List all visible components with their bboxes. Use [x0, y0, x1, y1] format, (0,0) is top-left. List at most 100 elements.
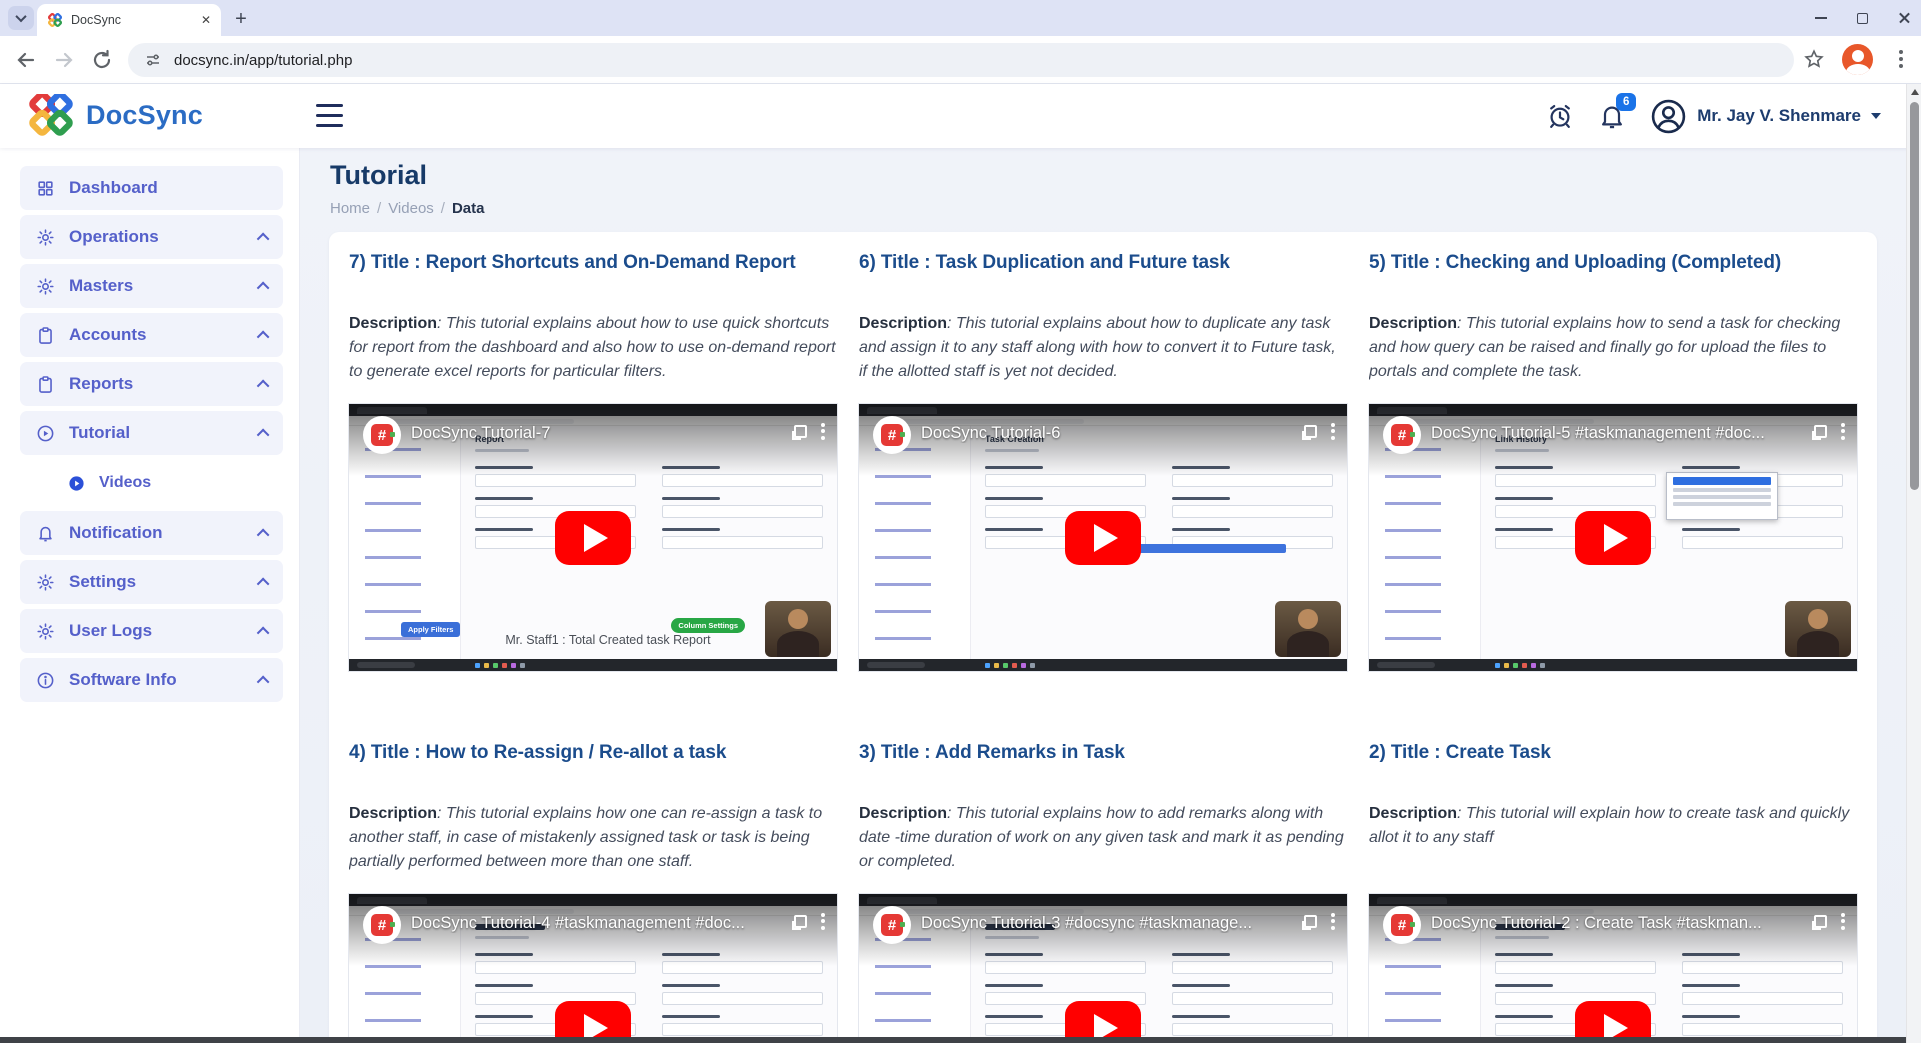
sidebar-item-label: Dashboard: [69, 178, 158, 198]
youtube-player[interactable]: # DocSync Tutorial-3 #docsync #taskmanag…: [859, 894, 1347, 1043]
window-close-icon[interactable]: [1898, 12, 1911, 25]
video-menu-kebab-icon[interactable]: [1841, 910, 1845, 932]
sidebar-item-icon: [36, 179, 55, 198]
back-icon[interactable]: [14, 48, 38, 72]
tab-close-icon[interactable]: ✕: [201, 14, 211, 26]
youtube-player[interactable]: # DocSync Tutorial-2 : Create Task #task…: [1369, 894, 1857, 1043]
channel-avatar[interactable]: #: [873, 416, 911, 454]
channel-logo-icon: #: [1391, 424, 1413, 446]
youtube-player[interactable]: # DocSync Tutorial-4 #taskmanagement #do…: [349, 894, 837, 1043]
video-menu-kebab-icon[interactable]: [1331, 910, 1335, 932]
youtube-video-title[interactable]: DocSync Tutorial-4 #taskmanagement #doc.…: [411, 914, 767, 933]
reload-icon[interactable]: [90, 48, 114, 72]
browser-tab[interactable]: DocSync ✕: [37, 4, 221, 36]
youtube-player[interactable]: Report: [349, 404, 837, 671]
sidebar-item-tutorial[interactable]: Tutorial: [20, 411, 283, 455]
channel-avatar[interactable]: #: [1383, 906, 1421, 944]
windows-taskbar-sliver: [0, 1037, 1906, 1043]
alarm-clock-icon[interactable]: [1546, 102, 1574, 130]
bookmark-star-icon[interactable]: [1803, 48, 1825, 70]
form-field-skeleton: [662, 497, 823, 518]
youtube-video-title[interactable]: DocSync Tutorial-6: [921, 424, 1277, 443]
brand-logo[interactable]: DocSync: [26, 94, 203, 136]
chevron-up-icon: [257, 528, 270, 541]
video-menu-kebab-icon[interactable]: [821, 420, 825, 442]
description-label: Description: [1369, 315, 1457, 332]
sidebar-item-operations[interactable]: Operations: [20, 215, 283, 259]
youtube-video-title[interactable]: DocSync Tutorial-3 #docsync #taskmanage.…: [921, 914, 1277, 933]
screenshot-open-dropdown: [1666, 472, 1778, 520]
chevron-up-icon: [257, 428, 270, 441]
copy-link-icon[interactable]: [1304, 425, 1317, 438]
presenter-webcam: [765, 601, 831, 657]
video-menu-kebab-icon[interactable]: [821, 910, 825, 932]
sidebar-item-user-logs[interactable]: User Logs: [20, 609, 283, 653]
window-maximize-icon[interactable]: [1857, 13, 1868, 24]
url-bar[interactable]: docsync.in/app/tutorial.php: [128, 43, 1794, 77]
user-name: Mr. Jay V. Shenmare: [1697, 106, 1861, 126]
video-menu-kebab-icon[interactable]: [1331, 420, 1335, 442]
sidebar-item-videos[interactable]: Videos: [52, 460, 283, 506]
youtube-play-button[interactable]: [1065, 511, 1141, 565]
channel-avatar[interactable]: #: [363, 906, 401, 944]
video-heading: 4) Title : How to Re-assign / Re-allot a…: [349, 742, 837, 776]
youtube-video-title[interactable]: DocSync Tutorial-7: [411, 424, 767, 443]
url-text[interactable]: docsync.in/app/tutorial.php: [174, 52, 352, 69]
form-field-skeleton: [1172, 497, 1333, 518]
sidebar-item-masters[interactable]: Masters: [20, 264, 283, 308]
forward-icon[interactable]: [52, 48, 76, 72]
page-scrollbar[interactable]: [1906, 84, 1921, 1043]
new-tab-button[interactable]: +: [228, 7, 254, 33]
sidebar-item-icon: [68, 475, 85, 492]
sidebar-item-dashboard[interactable]: Dashboard: [20, 166, 283, 210]
youtube-play-button[interactable]: [1575, 511, 1651, 565]
sidebar-item-label: Videos: [99, 474, 151, 492]
site-info-icon[interactable]: [144, 51, 162, 69]
video-description: Description: This tutorial explains how …: [1369, 312, 1857, 384]
youtube-play-button[interactable]: [555, 511, 631, 565]
scrollbar-thumb[interactable]: [1910, 102, 1919, 490]
copy-link-icon[interactable]: [1814, 425, 1827, 438]
youtube-player[interactable]: Task Creation: [859, 404, 1347, 671]
sidebar-item-notification[interactable]: Notification: [20, 511, 283, 555]
sidebar-item-accounts[interactable]: Accounts: [20, 313, 283, 357]
browser-menu-kebab-icon[interactable]: [1899, 47, 1905, 71]
youtube-video-title[interactable]: DocSync Tutorial-2 : Create Task #taskma…: [1431, 914, 1787, 933]
sidebar-item-icon: [36, 622, 55, 641]
video-menu-kebab-icon[interactable]: [1841, 420, 1845, 442]
youtube-title-gradient: # DocSync Tutorial-7: [349, 404, 837, 476]
user-avatar-icon: [1650, 98, 1687, 135]
breadcrumb-home[interactable]: Home: [330, 200, 370, 217]
copy-link-icon[interactable]: [794, 915, 807, 928]
channel-avatar[interactable]: #: [1383, 416, 1421, 454]
scroll-up-arrow-icon[interactable]: [1911, 89, 1919, 95]
description-label: Description: [349, 315, 437, 332]
sidebar-item-settings[interactable]: Settings: [20, 560, 283, 604]
video-description: Description: This tutorial will explain …: [1369, 802, 1857, 874]
sidebar-item-software-info[interactable]: Software Info: [20, 658, 283, 702]
youtube-title-gradient: # DocSync Tutorial-2 : Create Task #task…: [1369, 894, 1857, 966]
sidebar-item-label: Masters: [69, 276, 133, 296]
brand-name: DocSync: [86, 100, 203, 131]
video-heading: 5) Title : Checking and Uploading (Compl…: [1369, 252, 1857, 286]
youtube-video-title[interactable]: DocSync Tutorial-5 #taskmanagement #doc.…: [1431, 424, 1787, 443]
notifications-bell-icon[interactable]: 6: [1598, 102, 1626, 130]
hamburger-icon[interactable]: [316, 104, 343, 127]
channel-avatar[interactable]: #: [873, 906, 911, 944]
copy-link-icon[interactable]: [1304, 915, 1317, 928]
tab-search-button[interactable]: [8, 6, 34, 30]
chevron-up-icon: [257, 626, 270, 639]
screenshot-windows-taskbar: [1369, 659, 1857, 671]
sidebar-item-reports[interactable]: Reports: [20, 362, 283, 406]
window-minimize-icon[interactable]: [1815, 17, 1827, 19]
breadcrumb-videos[interactable]: Videos: [388, 200, 434, 217]
user-menu[interactable]: Mr. Jay V. Shenmare: [1650, 98, 1881, 135]
copy-link-icon[interactable]: [794, 425, 807, 438]
copy-link-icon[interactable]: [1814, 915, 1827, 928]
video-card-4: 4) Title : How to Re-assign / Re-allot a…: [349, 742, 837, 1043]
youtube-player[interactable]: Link History: [1369, 404, 1857, 671]
browser-profile-icon[interactable]: [1842, 44, 1873, 75]
sidebar-item-label: Settings: [69, 572, 136, 592]
channel-logo-icon: #: [371, 914, 393, 936]
channel-avatar[interactable]: #: [363, 416, 401, 454]
